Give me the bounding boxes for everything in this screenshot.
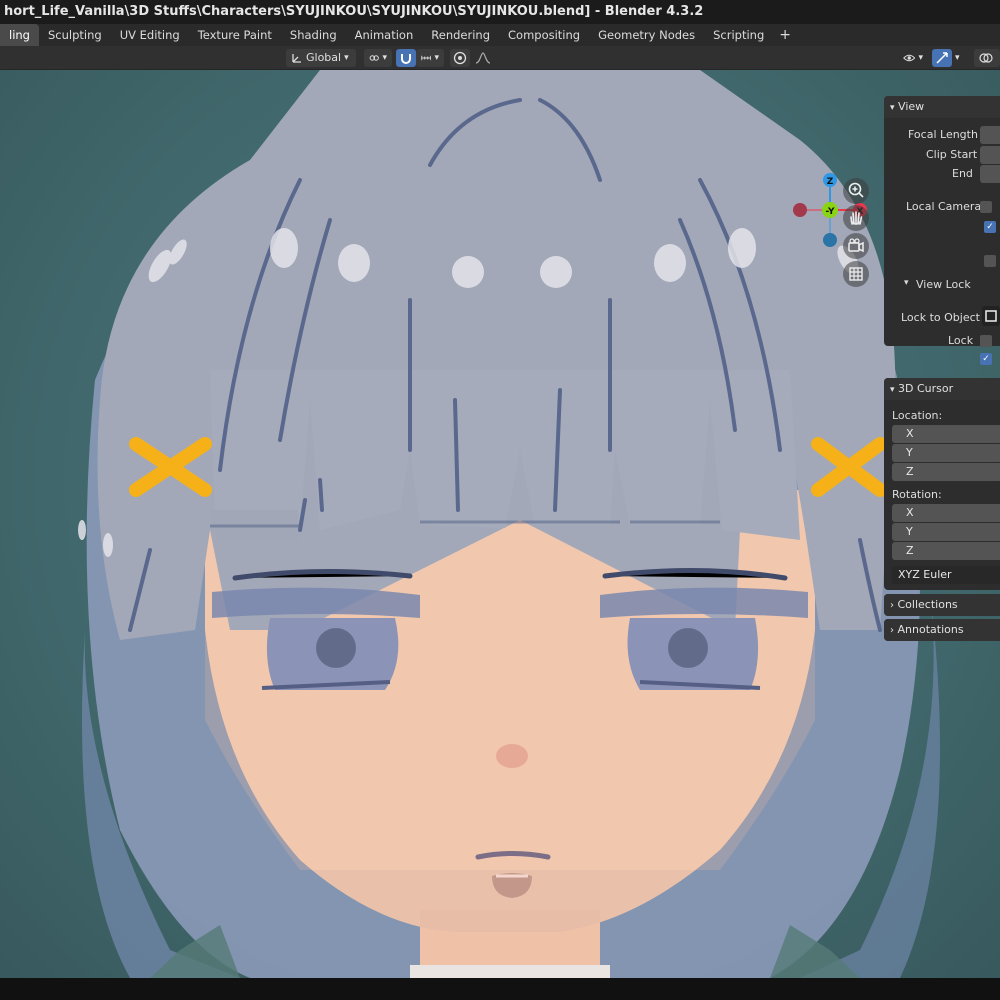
gizmo-z-label: Z xyxy=(827,177,834,187)
workspace-tabs: ling Sculpting UV Editing Texture Paint … xyxy=(0,24,1000,46)
local-camera-checkbox[interactable] xyxy=(980,201,992,213)
chevron-down-icon: ▾ xyxy=(918,53,923,63)
grid-icon xyxy=(849,267,863,281)
collections-panel-title: Collections xyxy=(897,598,958,611)
tab-animation[interactable]: Animation xyxy=(346,24,423,46)
tab-shading[interactable]: Shading xyxy=(281,24,346,46)
chevron-down-icon: ▾ xyxy=(382,53,387,63)
tab-uv-editing[interactable]: UV Editing xyxy=(111,24,189,46)
viewport-header: Global ▾ ▾ ▾ ▾ ▾ xyxy=(0,46,1000,70)
3d-viewport[interactable]: Z -Y X ▾ View Focal Length Clip Start En… xyxy=(0,70,1000,978)
chevron-down-icon: ▾ xyxy=(955,53,960,63)
orientation-icon xyxy=(292,54,301,63)
3d-cursor-panel-title: 3D Cursor xyxy=(898,382,954,395)
cursor-location-y-field[interactable]: Y xyxy=(892,444,1000,462)
view-panel: ▾ View Focal Length Clip Start End Local… xyxy=(884,96,1000,347)
gizmo-icon xyxy=(936,52,948,64)
clip-end-field[interactable] xyxy=(980,165,1000,183)
annotations-panel[interactable]: › Annotations xyxy=(884,619,1000,641)
zoom-icon xyxy=(848,182,864,198)
view-lock-title: View Lock xyxy=(916,278,971,291)
status-bar xyxy=(0,978,1000,1000)
view-panel-header[interactable]: ▾ View xyxy=(884,96,1000,118)
view-lock-subpanel-header[interactable]: ▾ View Lock xyxy=(884,274,1000,296)
perspective-toggle-button[interactable] xyxy=(843,261,869,287)
gizmo-y-label: -Y xyxy=(826,207,835,217)
view-option-checkbox[interactable] xyxy=(984,255,996,267)
gizmo-dropdown[interactable]: ▾ xyxy=(952,49,968,67)
snap-toggle[interactable] xyxy=(396,49,416,67)
tab-texture-paint[interactable]: Texture Paint xyxy=(189,24,281,46)
clip-start-label: Clip Start xyxy=(926,148,978,161)
falloff-curve-icon xyxy=(475,52,491,64)
tab-compositing[interactable]: Compositing xyxy=(499,24,589,46)
lock-to-object-field[interactable] xyxy=(982,306,1000,326)
view-panel-title: View xyxy=(898,100,925,113)
clip-end-label: End xyxy=(952,167,973,180)
tab-geometry-nodes[interactable]: Geometry Nodes xyxy=(589,24,704,46)
tab-scripting[interactable]: Scripting xyxy=(704,24,773,46)
lock-camera-to-view-checkbox[interactable]: ✓ xyxy=(980,353,992,365)
local-camera-label: Local Camera xyxy=(906,200,982,213)
zoom-button[interactable] xyxy=(843,178,869,204)
cursor-location-z-field[interactable]: Z xyxy=(892,463,1000,481)
cursor-rotation-x-field[interactable]: X xyxy=(892,504,1000,522)
chevron-down-icon: ▾ xyxy=(344,53,349,63)
tab-rendering[interactable]: Rendering xyxy=(422,24,499,46)
lock-label: Lock xyxy=(948,334,974,347)
add-workspace-button[interactable]: + xyxy=(773,27,797,43)
gizmo-neg-x-axis[interactable] xyxy=(793,203,807,217)
lock-to-object-label: Lock to Object xyxy=(901,311,980,324)
cursor-rotation-y-field[interactable]: Y xyxy=(892,523,1000,541)
snap-target-dropdown[interactable]: ▾ xyxy=(416,49,444,67)
orientation-label: Global xyxy=(306,51,342,64)
visibility-dropdown[interactable]: ▾ xyxy=(898,49,928,67)
annotations-panel-title: Annotations xyxy=(897,623,964,636)
snap-increment-icon xyxy=(421,55,432,61)
cursor-location-x-field[interactable]: X xyxy=(892,425,1000,443)
chevron-down-icon: ▾ xyxy=(904,278,909,288)
cursor-location-label: Location: xyxy=(892,409,943,422)
gizmo-neg-z-axis[interactable] xyxy=(823,233,837,247)
gizmo-toggle[interactable] xyxy=(932,49,952,67)
magnet-icon xyxy=(401,54,411,64)
cursor-rotation-z-field[interactable]: Z xyxy=(892,542,1000,560)
collections-panel[interactable]: › Collections xyxy=(884,594,1000,616)
tab-sculpting[interactable]: Sculpting xyxy=(39,24,111,46)
sidebar-n-panel: ▾ View Focal Length Clip Start End Local… xyxy=(884,96,1000,646)
camera-icon xyxy=(848,238,864,253)
camera-view-button[interactable] xyxy=(843,233,869,259)
chevron-down-icon: ▾ xyxy=(890,103,895,113)
overlays-toggle[interactable] xyxy=(974,49,1000,67)
proportional-edit-icon xyxy=(453,51,467,65)
render-region-checkbox[interactable]: ✓ xyxy=(984,221,996,233)
chevron-down-icon: ▾ xyxy=(890,385,895,395)
focal-length-label: Focal Length xyxy=(908,128,978,141)
focal-length-field[interactable] xyxy=(980,126,1000,144)
pan-button[interactable] xyxy=(843,205,869,231)
cursor-rotation-label: Rotation: xyxy=(892,488,942,501)
clip-start-field[interactable] xyxy=(980,146,1000,164)
3d-cursor-panel-header[interactable]: ▾ 3D Cursor xyxy=(884,378,1000,400)
rotation-mode-dropdown[interactable]: XYZ Euler xyxy=(892,566,1000,584)
proportional-falloff-dropdown[interactable] xyxy=(470,49,496,67)
overlays-icon xyxy=(979,53,993,63)
link-icon xyxy=(369,55,379,61)
chevron-right-icon: › xyxy=(890,600,894,611)
chevron-down-icon: ▾ xyxy=(434,53,439,63)
tab-layout[interactable]: ling xyxy=(0,24,39,46)
transform-orientation-dropdown[interactable]: Global ▾ xyxy=(286,49,356,67)
lock-to-3d-cursor-checkbox[interactable] xyxy=(980,335,992,347)
object-icon xyxy=(985,310,997,322)
proportional-edit-toggle[interactable] xyxy=(450,49,470,67)
chevron-right-icon: › xyxy=(890,625,894,636)
eye-icon xyxy=(903,54,916,62)
3d-cursor-panel: ▾ 3D Cursor Location: X Y Z Rotation: X … xyxy=(884,378,1000,590)
pivot-point-dropdown[interactable]: ▾ xyxy=(364,49,392,67)
window-title: hort_Life_Vanilla\3D Stuffs\Characters\S… xyxy=(0,0,1000,24)
hand-icon xyxy=(850,211,863,225)
